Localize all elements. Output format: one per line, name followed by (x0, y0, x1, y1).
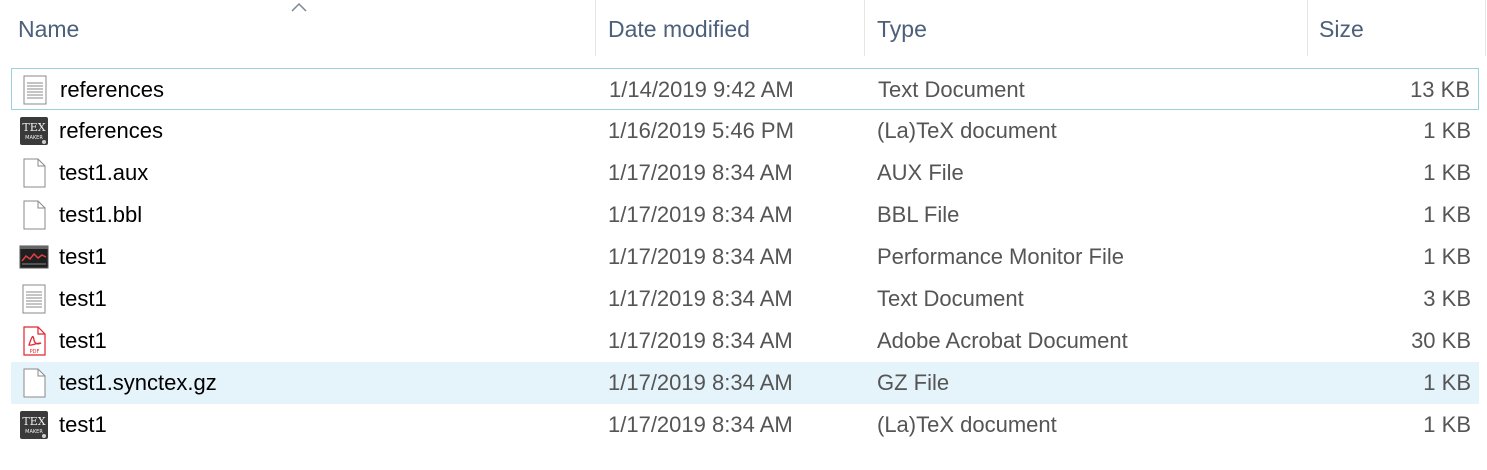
file-type: (La)TeX document (877, 412, 1057, 437)
file-type: Performance Monitor File (877, 244, 1124, 269)
file-type: GZ File (877, 370, 950, 395)
file-size: 1 KB (1423, 412, 1471, 437)
svg-text:MAKER: MAKER (25, 429, 43, 435)
file-size: 13 KB (1410, 77, 1470, 102)
file-name: test1.bbl (59, 202, 143, 227)
file-row[interactable]: test1 1/17/2019 8:34 AM Text Document 3 KB (11, 278, 1479, 320)
file-date-modified: 1/17/2019 8:34 AM (608, 160, 793, 185)
file-row[interactable]: test1.aux 1/17/2019 8:34 AM AUX File 1 KB (11, 152, 1479, 194)
texmaker-icon: TEX MAKER (19, 116, 49, 146)
file-row[interactable]: test1.bbl 1/17/2019 8:34 AM BBL File 1 KB (11, 194, 1479, 236)
file-row[interactable]: test1 1/17/2019 8:34 AM Performance Monito… (11, 236, 1479, 278)
blank-file-icon (19, 200, 49, 230)
svg-text:MAKER: MAKER (25, 135, 43, 141)
file-name: references (60, 77, 164, 102)
text-document-icon (19, 284, 49, 314)
file-size: 30 KB (1411, 328, 1471, 353)
file-size: 1 KB (1423, 202, 1471, 227)
text-document-icon (20, 75, 50, 105)
file-type: AUX File (877, 160, 964, 185)
file-name: test1 (59, 244, 107, 269)
file-date-modified: 1/17/2019 8:34 AM (608, 286, 793, 311)
file-row[interactable]: PDF test1 1/17/2019 8:34 AM Adobe Acrobat D… (11, 320, 1479, 362)
svg-text:TEX: TEX (22, 415, 45, 428)
file-date-modified: 1/17/2019 8:34 AM (608, 370, 793, 395)
blank-file-icon (19, 158, 49, 188)
blank-file-icon (19, 368, 49, 398)
file-type: Adobe Acrobat Document (877, 328, 1128, 353)
file-date-modified: 1/14/2019 9:42 AM (609, 77, 794, 102)
file-size: 1 KB (1423, 160, 1471, 185)
pdf-icon: PDF (19, 326, 49, 356)
file-type: (La)TeX document (877, 118, 1057, 143)
column-header-date[interactable]: Date modified (596, 0, 864, 58)
column-header-bar: Name Date modified Type Size (0, 0, 1487, 58)
file-type: Text Document (878, 77, 1025, 102)
file-type: BBL File (877, 202, 960, 227)
file-date-modified: 1/17/2019 8:34 AM (608, 244, 793, 269)
file-size: 1 KB (1423, 244, 1471, 269)
texmaker-icon: TEX MAKER (19, 410, 49, 440)
file-size: 3 KB (1423, 286, 1471, 311)
file-row[interactable]: TEX MAKER references 1/16/2019 5:46 PM (La)T… (11, 110, 1479, 152)
file-date-modified: 1/17/2019 8:34 AM (608, 412, 793, 437)
file-name: references (59, 118, 163, 143)
file-name: test1.synctex.gz (59, 370, 217, 395)
file-row[interactable]: test1.synctex.gz 1/17/2019 8:34 AM GZ File… (11, 362, 1479, 404)
file-name: test1.aux (59, 160, 149, 185)
svg-text:TEX: TEX (22, 121, 45, 134)
file-name: test1 (59, 286, 107, 311)
column-header-type[interactable]: Type (865, 0, 1307, 58)
svg-text:PDF: PDF (30, 349, 40, 355)
file-date-modified: 1/16/2019 5:46 PM (608, 118, 794, 143)
file-size: 1 KB (1423, 370, 1471, 395)
sort-ascending-icon (291, 2, 307, 12)
file-date-modified: 1/17/2019 8:34 AM (608, 202, 793, 227)
column-divider[interactable] (1485, 0, 1486, 56)
performance-monitor-icon (19, 242, 49, 272)
file-date-modified: 1/17/2019 8:34 AM (608, 328, 793, 353)
file-name: test1 (59, 328, 107, 353)
file-row[interactable]: TEX MAKER test1 1/17/2019 8:34 AM (La)TeX do… (11, 404, 1479, 446)
column-header-size[interactable]: Size (1307, 0, 1477, 58)
file-row[interactable]: references 1/14/2019 9:42 AM Text Document… (11, 68, 1479, 110)
file-name: test1 (59, 412, 107, 437)
file-size: 1 KB (1423, 118, 1471, 143)
file-type: Text Document (877, 286, 1024, 311)
